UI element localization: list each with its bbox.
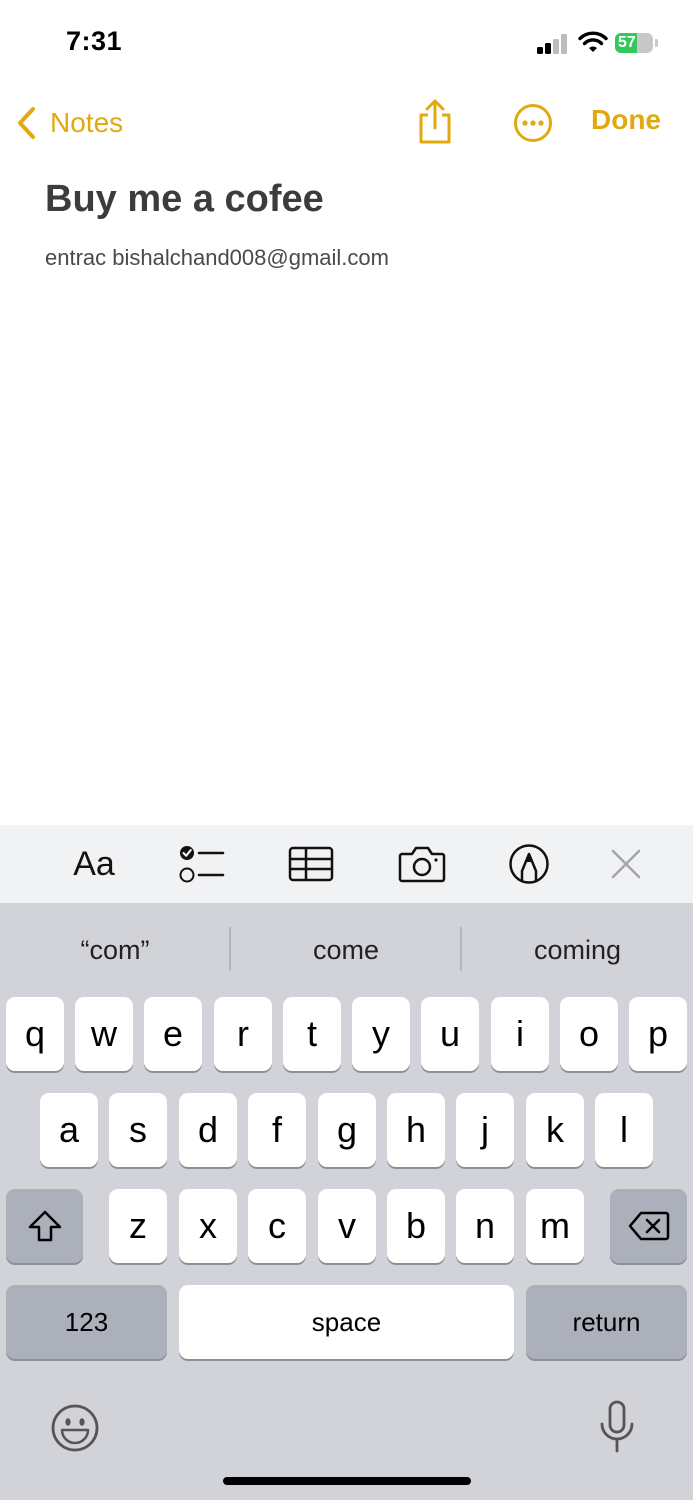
text-format-button[interactable]: Aa	[62, 825, 126, 903]
status-time: 7:31	[66, 26, 123, 56]
return-key[interactable]: return	[526, 1285, 687, 1359]
note-title[interactable]: Buy me a cofee	[45, 178, 324, 221]
share-button[interactable]	[414, 98, 456, 146]
battery-percent: 57	[618, 34, 636, 51]
key-r[interactable]: r	[214, 997, 272, 1071]
shift-key[interactable]	[6, 1189, 83, 1263]
battery-icon: 57	[615, 33, 659, 55]
home-indicator	[223, 1477, 471, 1485]
table-button[interactable]	[285, 825, 337, 903]
cellular-signal-icon	[537, 34, 569, 54]
key-v[interactable]: v	[318, 1189, 376, 1263]
table-icon	[288, 846, 334, 882]
back-label: Notes	[50, 107, 124, 138]
key-p[interactable]: p	[629, 997, 687, 1071]
share-icon	[419, 99, 451, 144]
suggestion-2[interactable]: come	[231, 925, 461, 975]
emoji-icon	[51, 1404, 99, 1452]
space-key[interactable]: space	[179, 1285, 514, 1359]
suggestion-3[interactable]: coming	[462, 925, 693, 975]
checklist-button[interactable]	[176, 825, 228, 903]
wifi-icon	[578, 30, 608, 54]
delete-icon	[628, 1211, 669, 1241]
key-c[interactable]: c	[248, 1189, 306, 1263]
camera-button[interactable]	[396, 825, 448, 903]
key-m[interactable]: m	[526, 1189, 584, 1263]
emoji-button[interactable]	[50, 1403, 100, 1453]
dictation-button[interactable]	[598, 1400, 636, 1456]
key-f[interactable]: f	[248, 1093, 306, 1167]
keyboard: “com” come coming q w e r t y u i o p a …	[0, 903, 693, 1500]
done-button[interactable]: Done	[591, 104, 661, 136]
key-b[interactable]: b	[387, 1189, 445, 1263]
key-n[interactable]: n	[456, 1189, 514, 1263]
key-x[interactable]: x	[179, 1189, 237, 1263]
markup-icon	[509, 844, 549, 884]
key-q[interactable]: q	[6, 997, 64, 1071]
formatting-toolbar: Aa	[0, 825, 693, 903]
more-icon	[514, 104, 552, 142]
key-o[interactable]: o	[560, 997, 618, 1071]
numbers-key[interactable]: 123	[6, 1285, 167, 1359]
key-s[interactable]: s	[109, 1093, 167, 1167]
key-u[interactable]: u	[421, 997, 479, 1071]
camera-icon	[398, 846, 446, 883]
key-j[interactable]: j	[456, 1093, 514, 1167]
key-t[interactable]: t	[283, 997, 341, 1071]
key-z[interactable]: z	[109, 1189, 167, 1263]
close-icon	[611, 849, 641, 879]
key-w[interactable]: w	[75, 997, 133, 1071]
suggestion-1[interactable]: “com”	[0, 925, 230, 975]
delete-key[interactable]	[610, 1189, 687, 1263]
markup-button[interactable]	[506, 825, 552, 903]
key-k[interactable]: k	[526, 1093, 584, 1167]
microphone-icon	[600, 1400, 634, 1453]
key-e[interactable]: e	[144, 997, 202, 1071]
key-i[interactable]: i	[491, 997, 549, 1071]
key-l[interactable]: l	[595, 1093, 653, 1167]
back-chevron-icon	[18, 107, 35, 139]
close-toolbar-button[interactable]	[606, 825, 646, 903]
key-d[interactable]: d	[179, 1093, 237, 1167]
note-body[interactable]: entrac bishalchand008@gmail.com	[45, 245, 389, 271]
shift-icon	[28, 1210, 61, 1242]
key-a[interactable]: a	[40, 1093, 98, 1167]
key-h[interactable]: h	[387, 1093, 445, 1167]
key-g[interactable]: g	[318, 1093, 376, 1167]
key-y[interactable]: y	[352, 997, 410, 1071]
checklist-icon	[179, 846, 225, 883]
back-to-notes-button[interactable]: Notes	[14, 103, 123, 143]
more-options-button[interactable]	[513, 103, 553, 143]
